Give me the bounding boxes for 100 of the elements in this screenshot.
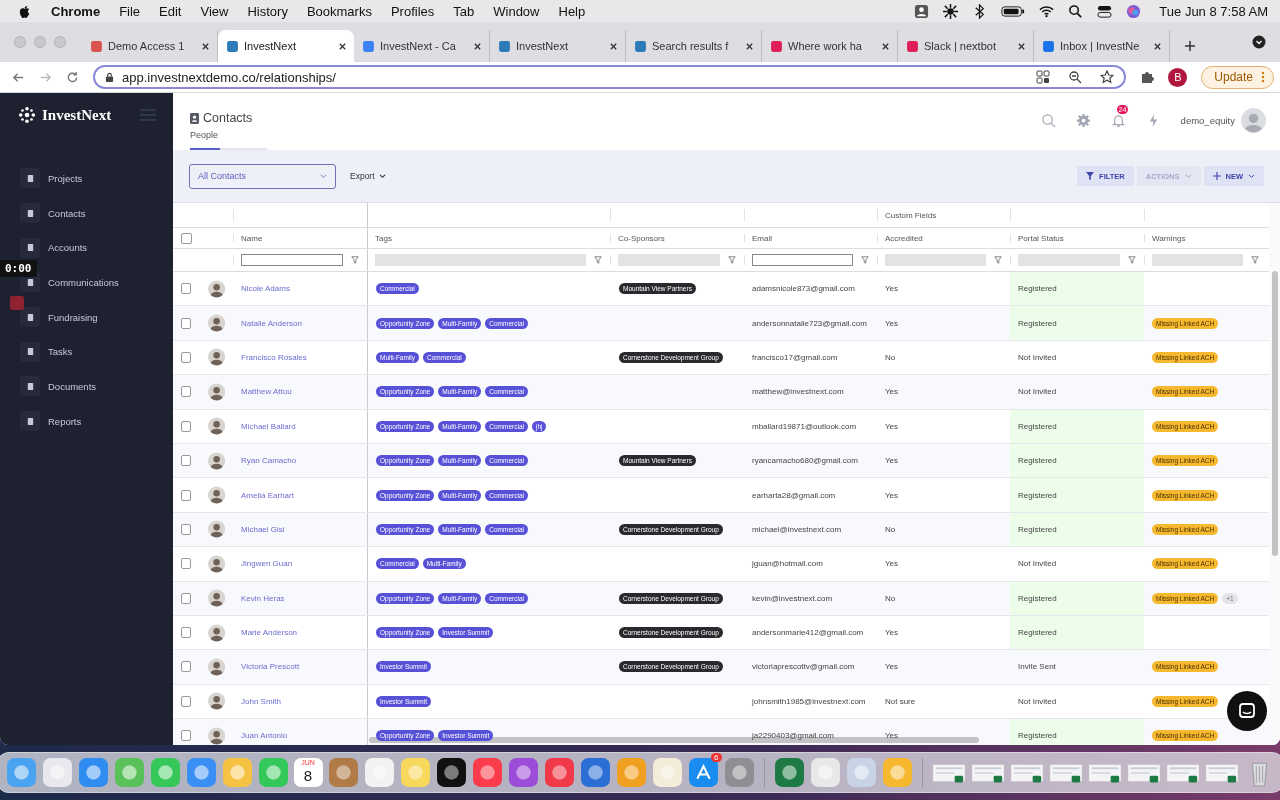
contact-name-link[interactable]: Jingwen Guan <box>241 559 293 569</box>
filter-icon[interactable] <box>994 256 1002 264</box>
sidebar-item[interactable]: Fundraising <box>0 299 173 335</box>
contact-name-link[interactable]: Juan Antonio <box>241 731 288 741</box>
grid-icon[interactable] <box>1036 70 1051 84</box>
column-header[interactable]: Name <box>241 233 263 243</box>
contact-name-link[interactable]: Matthew Attou <box>241 387 292 397</box>
contact-name-link[interactable]: Victoria Prescott <box>241 662 300 672</box>
column-header[interactable]: Co-Sponsors <box>618 233 665 243</box>
row-checkbox[interactable] <box>181 351 191 363</box>
menu-item[interactable]: Profiles <box>390 3 435 19</box>
row-checkbox[interactable] <box>181 592 191 604</box>
menu-item[interactable]: File <box>119 3 141 19</box>
update-button[interactable]: Update <box>1201 65 1274 89</box>
settings-icon[interactable] <box>1075 113 1091 128</box>
row-checkbox[interactable] <box>181 523 191 535</box>
person-icon[interactable] <box>914 3 930 19</box>
clock[interactable]: Tue Jun 8 7:58 AM <box>1159 3 1268 19</box>
zoom-icon[interactable] <box>1068 70 1083 84</box>
menu-item[interactable]: Edit <box>159 3 182 19</box>
browser-tab[interactable]: InvestNext <box>218 30 354 62</box>
orb-icon[interactable] <box>1126 3 1142 19</box>
wifi-icon[interactable] <box>1039 3 1055 19</box>
menu-item[interactable]: History <box>247 3 288 19</box>
app-icon[interactable] <box>435 757 467 788</box>
browser-tab[interactable]: Inbox | InvestNe <box>1034 30 1170 62</box>
close-icon[interactable] <box>881 41 890 51</box>
column-header[interactable]: Warnings <box>1152 233 1186 243</box>
menu-item[interactable]: Window <box>493 3 540 19</box>
contact-name-link[interactable]: Francisco Rosales <box>241 352 307 362</box>
filter-icon[interactable] <box>728 256 736 264</box>
browser-tab[interactable]: Search results f <box>626 30 762 62</box>
close-icon[interactable] <box>1153 41 1162 51</box>
app-menu[interactable]: Chrome <box>51 3 101 19</box>
app-icon[interactable] <box>687 757 719 788</box>
row-checkbox[interactable] <box>181 489 191 501</box>
contact-name-link[interactable]: Ryan Camacho <box>241 456 297 466</box>
row-checkbox[interactable] <box>181 695 191 707</box>
filter-icon[interactable] <box>594 256 602 264</box>
row-checkbox[interactable] <box>181 386 191 398</box>
row-checkbox[interactable] <box>181 558 191 570</box>
contact-name-link[interactable]: Amelia Earhart <box>241 490 294 500</box>
filter-icon[interactable] <box>861 256 869 264</box>
reload-icon[interactable] <box>66 70 79 84</box>
browser-tab[interactable]: InvestNext - Ca <box>354 30 490 62</box>
filter-icon[interactable] <box>1128 256 1136 264</box>
row-checkbox[interactable] <box>181 420 191 432</box>
sidebar-item[interactable]: Tasks <box>0 334 173 370</box>
close-icon[interactable] <box>1017 41 1026 51</box>
row-checkbox[interactable] <box>181 317 191 329</box>
user-avatar[interactable] <box>1241 108 1266 133</box>
browser-tab[interactable]: InvestNext <box>490 30 626 62</box>
view-dropdown[interactable]: All Contacts <box>189 163 336 189</box>
row-checkbox[interactable] <box>181 283 191 295</box>
vertical-scrollbar[interactable] <box>1271 271 1278 556</box>
battery-icon[interactable] <box>1001 3 1026 19</box>
browser-tab[interactable]: Slack | nextbot <box>898 30 1034 62</box>
user-name[interactable]: demo_equity <box>1180 115 1235 126</box>
filter-icon[interactable] <box>1251 256 1259 264</box>
column-filter-field[interactable] <box>752 254 853 266</box>
contact-name-link[interactable]: Nicole Adams <box>241 284 290 294</box>
puzzle-piece-icon[interactable] <box>1140 70 1155 84</box>
column-header[interactable]: Accredited <box>885 233 923 243</box>
bell-icon[interactable] <box>1110 113 1126 128</box>
column-header[interactable]: Portal Status <box>1018 233 1064 243</box>
close-icon[interactable] <box>609 41 618 51</box>
people-tab[interactable]: People <box>190 130 220 150</box>
apple-logo-icon[interactable] <box>18 3 31 19</box>
row-checkbox[interactable] <box>181 661 191 673</box>
close-icon[interactable] <box>473 41 482 51</box>
contact-name-link[interactable]: Michael Ballard <box>241 421 296 431</box>
toggle-icon[interactable] <box>1097 3 1113 19</box>
close-icon[interactable] <box>201 41 210 51</box>
contact-name-link[interactable]: Michael Gisi <box>241 524 285 534</box>
contact-name-link[interactable]: Kevin Heras <box>241 593 285 603</box>
column-header[interactable]: Tags <box>375 233 392 243</box>
contact-name-link[interactable]: Natalie Anderson <box>241 318 302 328</box>
sun-icon[interactable] <box>943 3 959 19</box>
profile-avatar[interactable]: B <box>1168 67 1188 87</box>
close-icon[interactable] <box>745 41 754 51</box>
browser-tab[interactable]: Where work ha <box>762 30 898 62</box>
minimize-window-button[interactable] <box>34 36 46 48</box>
plus-icon[interactable] <box>1184 40 1196 52</box>
sidebar-item[interactable]: Contacts <box>0 195 173 231</box>
menu-item[interactable]: Help <box>558 3 586 19</box>
menu-item[interactable]: Tab <box>453 3 475 19</box>
menu-item[interactable]: Bookmarks <box>306 3 372 19</box>
select-all-checkbox[interactable] <box>181 232 192 244</box>
address-field[interactable]: app.investnextdemo.co/relationships/ <box>93 65 1127 89</box>
row-checkbox[interactable] <box>181 627 191 639</box>
menu-item[interactable]: View <box>200 3 229 19</box>
column-filter-field[interactable] <box>241 254 343 266</box>
sidebar-item[interactable]: Documents <box>0 369 173 404</box>
sidebar-item[interactable]: Projects <box>0 161 173 196</box>
star-icon[interactable] <box>1100 70 1115 84</box>
zoom-window-button[interactable] <box>54 36 66 48</box>
contact-name-link[interactable]: Marie Anderson <box>241 628 298 638</box>
sidebar-item[interactable]: Reports <box>0 403 173 439</box>
close-icon[interactable] <box>338 41 347 51</box>
search-icon[interactable] <box>1068 3 1084 19</box>
